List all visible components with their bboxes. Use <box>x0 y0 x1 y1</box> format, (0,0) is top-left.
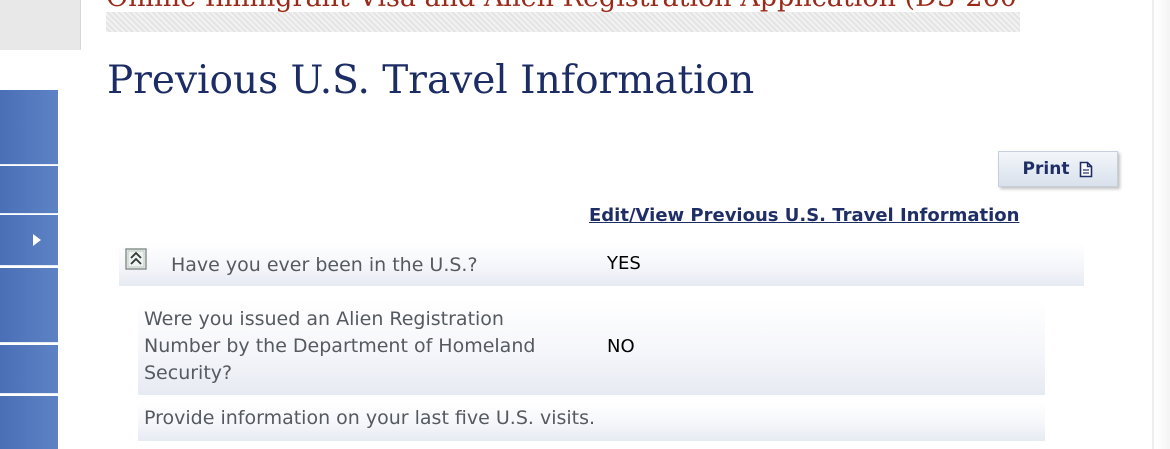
answer-value: YES <box>607 253 641 274</box>
question-label-line: Number by the Department of Homeland <box>144 335 536 357</box>
answer-value: NO <box>607 336 635 357</box>
header-divider <box>106 12 1020 32</box>
top-left-panel <box>0 0 81 50</box>
sidebar-tab-5[interactable] <box>0 345 58 394</box>
page-title: Previous U.S. Travel Information <box>107 58 755 103</box>
sidebar-tab-1[interactable] <box>0 90 58 165</box>
sidebar-tab-active[interactable] <box>0 215 58 266</box>
document-icon <box>1080 161 1093 177</box>
sidebar-tab-4[interactable] <box>0 268 58 343</box>
question-label: Provide information on your last five U.… <box>144 407 596 429</box>
right-border <box>1152 0 1154 449</box>
triangle-right-icon <box>33 234 41 246</box>
edit-view-travel-link[interactable]: Edit/View Previous U.S. Travel Informati… <box>589 205 1019 226</box>
print-label: Print <box>1022 159 1070 179</box>
print-button[interactable]: Print <box>998 151 1118 187</box>
question-label: Have you ever been in the U.S.? <box>171 254 478 276</box>
sidebar-tab-2[interactable] <box>0 166 58 214</box>
question-label-line: Security? <box>144 362 233 384</box>
right-scroll-edge <box>1156 0 1170 449</box>
sidebar-tab-6[interactable] <box>0 396 58 449</box>
question-label-line: Were you issued an Alien Registration <box>144 308 504 330</box>
collapse-up-icon[interactable] <box>125 248 147 270</box>
